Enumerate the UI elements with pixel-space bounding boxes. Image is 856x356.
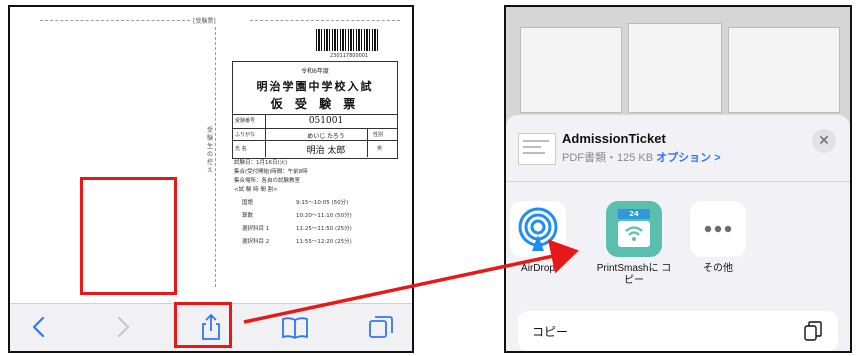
bookmarks-icon[interactable] xyxy=(280,312,310,342)
printer-icon xyxy=(618,221,650,247)
back-icon[interactable] xyxy=(24,312,54,342)
ticket-title: 明治学園中学校入試 xyxy=(256,80,374,93)
thumb-line xyxy=(523,140,549,142)
copy-label: コピー xyxy=(532,325,569,339)
airdrop-icon xyxy=(510,201,566,257)
document-page-preview xyxy=(520,27,622,113)
furigana: めいじ たろう xyxy=(307,133,345,140)
file-thumbnail xyxy=(518,133,556,165)
safari-window: [受験票] 受験生の控え 230117800001 令和6年度 明治学園中学校入… xyxy=(8,5,414,353)
app-label: PrintSmashに コピー xyxy=(596,263,672,286)
file-meta: PDF書類・125 KB オプション > xyxy=(562,149,721,165)
app-label: AirDrop xyxy=(521,263,555,274)
perforation-line xyxy=(215,27,216,287)
share-sheet-screen: AdmissionTicket PDF書類・125 KB オプション > ✕ A… xyxy=(504,5,852,353)
info-line: <試 験 時 間 割> xyxy=(234,187,278,193)
file-name: AdmissionTicket xyxy=(562,131,666,146)
schedule-row: 選択科目 1 11:25〜11:50 (25分) xyxy=(242,223,392,236)
wifi-icon xyxy=(625,226,643,241)
divider xyxy=(250,20,400,21)
cell-border xyxy=(367,141,368,157)
forward-icon[interactable] xyxy=(108,312,138,342)
copy-action-row[interactable]: コピー xyxy=(518,311,838,351)
side-text: 受験生の控え xyxy=(207,127,214,174)
cell-label: ふりがな xyxy=(235,132,256,138)
file-info: PDF書類・125 KB xyxy=(562,152,657,164)
subject: 選択科目 1 xyxy=(242,226,270,232)
divider xyxy=(506,181,850,182)
copy-icon xyxy=(804,321,822,341)
time: 9:15〜10:05 (50分) xyxy=(296,200,349,206)
ellipsis-dots xyxy=(704,225,732,233)
thumb-line xyxy=(523,146,541,148)
tabs-icon[interactable] xyxy=(366,312,396,342)
printsmash-highlight xyxy=(80,177,177,295)
document-page-preview xyxy=(628,23,722,113)
cell-border xyxy=(265,141,266,157)
share-app-printsmash[interactable]: 24 PrintSmashに コピー xyxy=(596,201,672,287)
schedule-row: 国語 9:15〜10:05 (50分) xyxy=(242,197,392,210)
subject: 算数 xyxy=(242,213,254,219)
share-button-highlight xyxy=(174,302,232,348)
share-app-airdrop[interactable]: AirDrop xyxy=(506,201,576,275)
gender-label: 性別 xyxy=(373,132,384,138)
exam-number: 051001 xyxy=(308,116,344,126)
ticket-row: 受験番号 051001 xyxy=(233,114,397,129)
subject: 国語 xyxy=(242,200,254,206)
cell-label: 受験番号 xyxy=(235,118,256,124)
barcode-number: 230117800001 xyxy=(330,53,369,59)
ticket-year: 令和6年度 xyxy=(301,68,329,75)
exam-info: 試験日：1月16日(火) 集合(受付開始)時間：午前8時 集合場所：各自の試験教… xyxy=(234,159,394,195)
close-button[interactable]: ✕ xyxy=(812,129,836,153)
student-name: 明治 太郎 xyxy=(306,146,346,156)
info-line: 集合(受付開始)時間：午前8時 xyxy=(234,169,308,175)
cell-label: 氏 名 xyxy=(235,146,247,152)
time: 11:55〜12:20 (25分) xyxy=(296,239,352,245)
time: 10:20〜11:10 (50分) xyxy=(296,213,352,219)
cell-border xyxy=(265,115,266,129)
info-line: 試験日：1月16日(火) xyxy=(234,160,288,166)
gender-value: 男 xyxy=(377,146,383,152)
info-line: 集合場所：各自の試験教室 xyxy=(234,178,301,184)
thumb-line xyxy=(523,152,545,154)
share-sheet: AdmissionTicket PDF書類・125 KB オプション > ✕ A… xyxy=(506,115,850,351)
printsmash-badge: 24 xyxy=(618,209,650,219)
time: 11:25〜11:50 (25分) xyxy=(296,226,352,232)
app-label: その他 xyxy=(703,263,733,274)
close-icon: ✕ xyxy=(818,133,830,149)
barcode xyxy=(316,29,378,51)
pdf-page: [受験票] 受験生の控え 230117800001 令和6年度 明治学園中学校入… xyxy=(10,7,412,303)
printsmash-icon: 24 xyxy=(606,201,662,257)
background-document xyxy=(506,7,850,127)
ticket-row: 氏 名 明治 太郎 男 xyxy=(233,140,397,157)
ticket-subtitle: 仮 受 験 票 xyxy=(270,97,360,111)
share-app-more[interactable]: その他 xyxy=(680,201,756,275)
ticket-table: 令和6年度 明治学園中学校入試 仮 受 験 票 受験番号 051001 ふりがな… xyxy=(232,61,398,159)
schedule-row: 選択科目 2 11:55〜12:20 (25分) xyxy=(242,236,392,249)
subject: 選択科目 2 xyxy=(242,239,270,245)
divider xyxy=(40,20,190,21)
options-link[interactable]: オプション > xyxy=(656,152,720,164)
document-page-preview xyxy=(728,27,840,113)
ticket-header-label: [受験票] xyxy=(193,18,216,25)
exam-schedule: 国語 9:15〜10:05 (50分) 算数 10:20〜11:10 (50分) 選… xyxy=(242,197,392,249)
more-icon xyxy=(690,201,746,257)
schedule-row: 算数 10:20〜11:10 (50分) xyxy=(242,210,392,223)
airdrop-rings xyxy=(518,207,558,251)
